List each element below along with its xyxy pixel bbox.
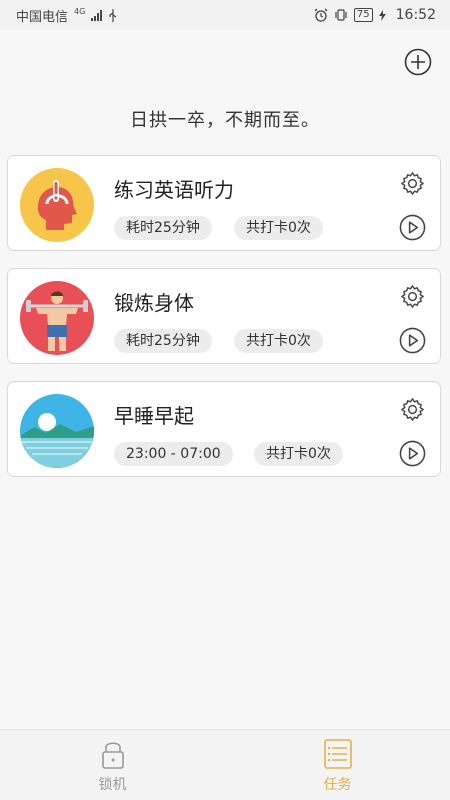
duration-chip: 耗时25分钟 [114, 216, 212, 240]
play-button[interactable] [399, 327, 426, 354]
task-card[interactable]: 早睡早起 23:00 - 07:00 共打卡0次 [7, 381, 441, 477]
alarm-icon [314, 8, 328, 22]
task-title: 早睡早起 [114, 404, 194, 428]
checkin-count-chip: 共打卡0次 [234, 216, 323, 240]
motto-text: 日拱一卒，不期而至。 [130, 110, 320, 131]
task-card[interactable]: 练习英语听力 耗时25分钟 共打卡0次 [7, 155, 441, 251]
nav-tasks[interactable]: 任务 [225, 730, 450, 800]
nav-lock[interactable]: 锁机 [0, 730, 225, 800]
gear-icon[interactable] [399, 396, 426, 423]
sunrise-landscape-icon [20, 394, 94, 468]
network-type: 4G [74, 7, 86, 16]
headphones-head-icon [20, 168, 94, 242]
charging-icon [378, 9, 386, 21]
gear-icon[interactable] [399, 170, 426, 197]
checkin-count-chip: 共打卡0次 [254, 442, 343, 466]
dumbbell-man-icon [20, 281, 94, 355]
usb-icon [109, 8, 117, 22]
status-left: 中国电信 4G [16, 6, 118, 25]
nav-lock-label: 锁机 [98, 777, 127, 793]
time-range-chip: 23:00 - 07:00 [114, 442, 233, 466]
clock: 16:52 [395, 7, 436, 23]
task-title: 锻炼身体 [114, 291, 194, 315]
checkin-count-chip: 共打卡0次 [234, 329, 323, 353]
task-title: 练习英语听力 [114, 178, 234, 202]
signal-icon [91, 9, 103, 21]
gear-icon[interactable] [399, 283, 426, 310]
add-task-button[interactable] [404, 48, 432, 76]
bottom-nav: 锁机 任务 [0, 729, 450, 800]
battery-icon: 75 [353, 8, 373, 22]
task-list-icon [323, 739, 352, 769]
status-bar: 中国电信 4G 75 16:52 [0, 0, 450, 30]
nav-tasks-label: 任务 [323, 777, 352, 793]
lock-icon [101, 742, 124, 769]
duration-chip: 耗时25分钟 [114, 329, 212, 353]
task-card[interactable]: 锻炼身体 耗时25分钟 共打卡0次 [7, 268, 441, 364]
carrier-label: 中国电信 [16, 9, 69, 25]
play-button[interactable] [399, 440, 426, 467]
battery-level: 75 [356, 9, 370, 20]
vibrate-icon [335, 9, 347, 21]
play-button[interactable] [399, 214, 426, 241]
status-right: 75 16:52 [314, 7, 436, 23]
